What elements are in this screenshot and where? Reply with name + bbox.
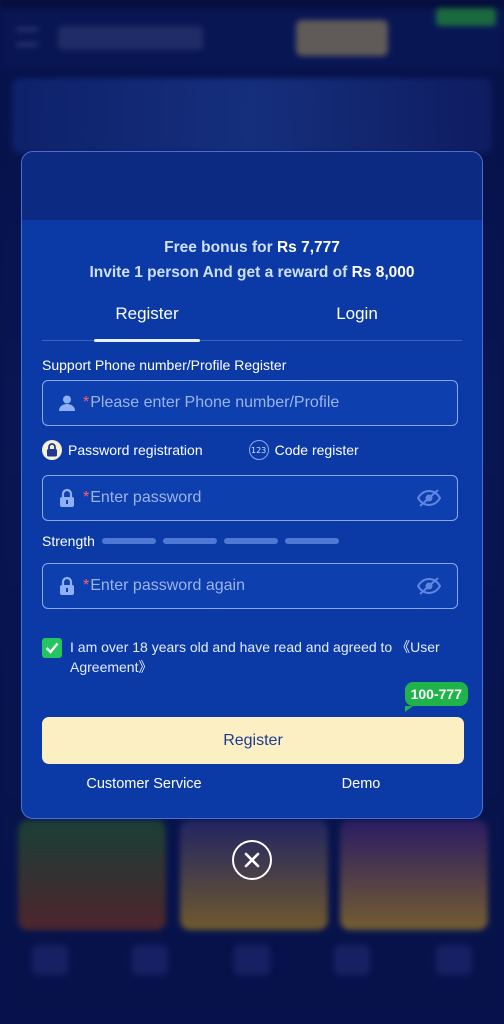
password-registration-label: Password registration (68, 442, 203, 458)
strength-label: Strength (42, 533, 95, 549)
promo-line-2: Invite 1 person And get a reward of Rs 8… (22, 260, 482, 285)
strength-bar (162, 538, 217, 544)
password-input[interactable] (89, 489, 415, 507)
code-register-label: Code register (274, 442, 359, 458)
agree-checkbox[interactable] (42, 638, 62, 658)
lock-icon (57, 488, 77, 508)
password-field[interactable]: * (42, 475, 458, 521)
eye-off-icon[interactable] (415, 488, 443, 508)
support-label: Support Phone number/Profile Register (42, 357, 287, 373)
demo-link[interactable]: Demo (266, 776, 456, 792)
agreement: I am over 18 years old and have read and… (42, 637, 462, 677)
register-modal: Free bonus for Rs 7,777 Invite 1 person … (21, 151, 483, 819)
promo-reward-amount: Rs 8,000 (351, 264, 415, 281)
agreement-text: I am over 18 years old and have read and… (70, 637, 462, 677)
confirm-password-input[interactable] (89, 577, 415, 595)
tab-register[interactable]: Register (42, 295, 252, 340)
register-button[interactable]: Register (42, 717, 464, 764)
code-register-option[interactable]: 123 Code register (248, 440, 359, 460)
customer-service-link[interactable]: Customer Service (22, 776, 266, 792)
lock-icon (57, 576, 77, 596)
tab-login[interactable]: Login (252, 295, 462, 340)
lock-icon (42, 440, 62, 460)
strength-bar (101, 538, 156, 544)
agreement-label: I am over 18 years old and have read and… (70, 639, 397, 655)
close-button[interactable] (232, 840, 272, 880)
strength-bar (223, 538, 278, 544)
password-registration-option[interactable]: Password registration (42, 440, 203, 460)
promo-bonus-amount: Rs 7,777 (276, 239, 340, 256)
modal-header (22, 152, 482, 220)
user-icon (57, 393, 77, 413)
promo-line-2-text: Invite 1 person And get a reward of (89, 264, 352, 281)
phone-input[interactable] (89, 394, 457, 412)
auth-tabs: Register Login (42, 295, 462, 341)
password-strength: Strength (42, 531, 482, 551)
close-icon (244, 852, 260, 868)
code-number-icon: 123 (248, 440, 269, 460)
confirm-password-field[interactable]: * (42, 563, 458, 609)
promo-bubble: 100-777 (404, 682, 468, 712)
promo-line-1: Free bonus for Rs 7,777 (22, 235, 482, 260)
registration-type: Password registration 123 Code register (42, 438, 482, 462)
promo-line-1-text: Free bonus for (164, 239, 277, 256)
modal-footer: Customer Service Demo (22, 776, 482, 792)
eye-off-icon[interactable] (415, 576, 443, 596)
promo-text: Free bonus for Rs 7,777 Invite 1 person … (22, 235, 482, 285)
phone-field[interactable]: * (42, 380, 458, 426)
check-icon (45, 642, 59, 654)
strength-bar (284, 538, 339, 544)
